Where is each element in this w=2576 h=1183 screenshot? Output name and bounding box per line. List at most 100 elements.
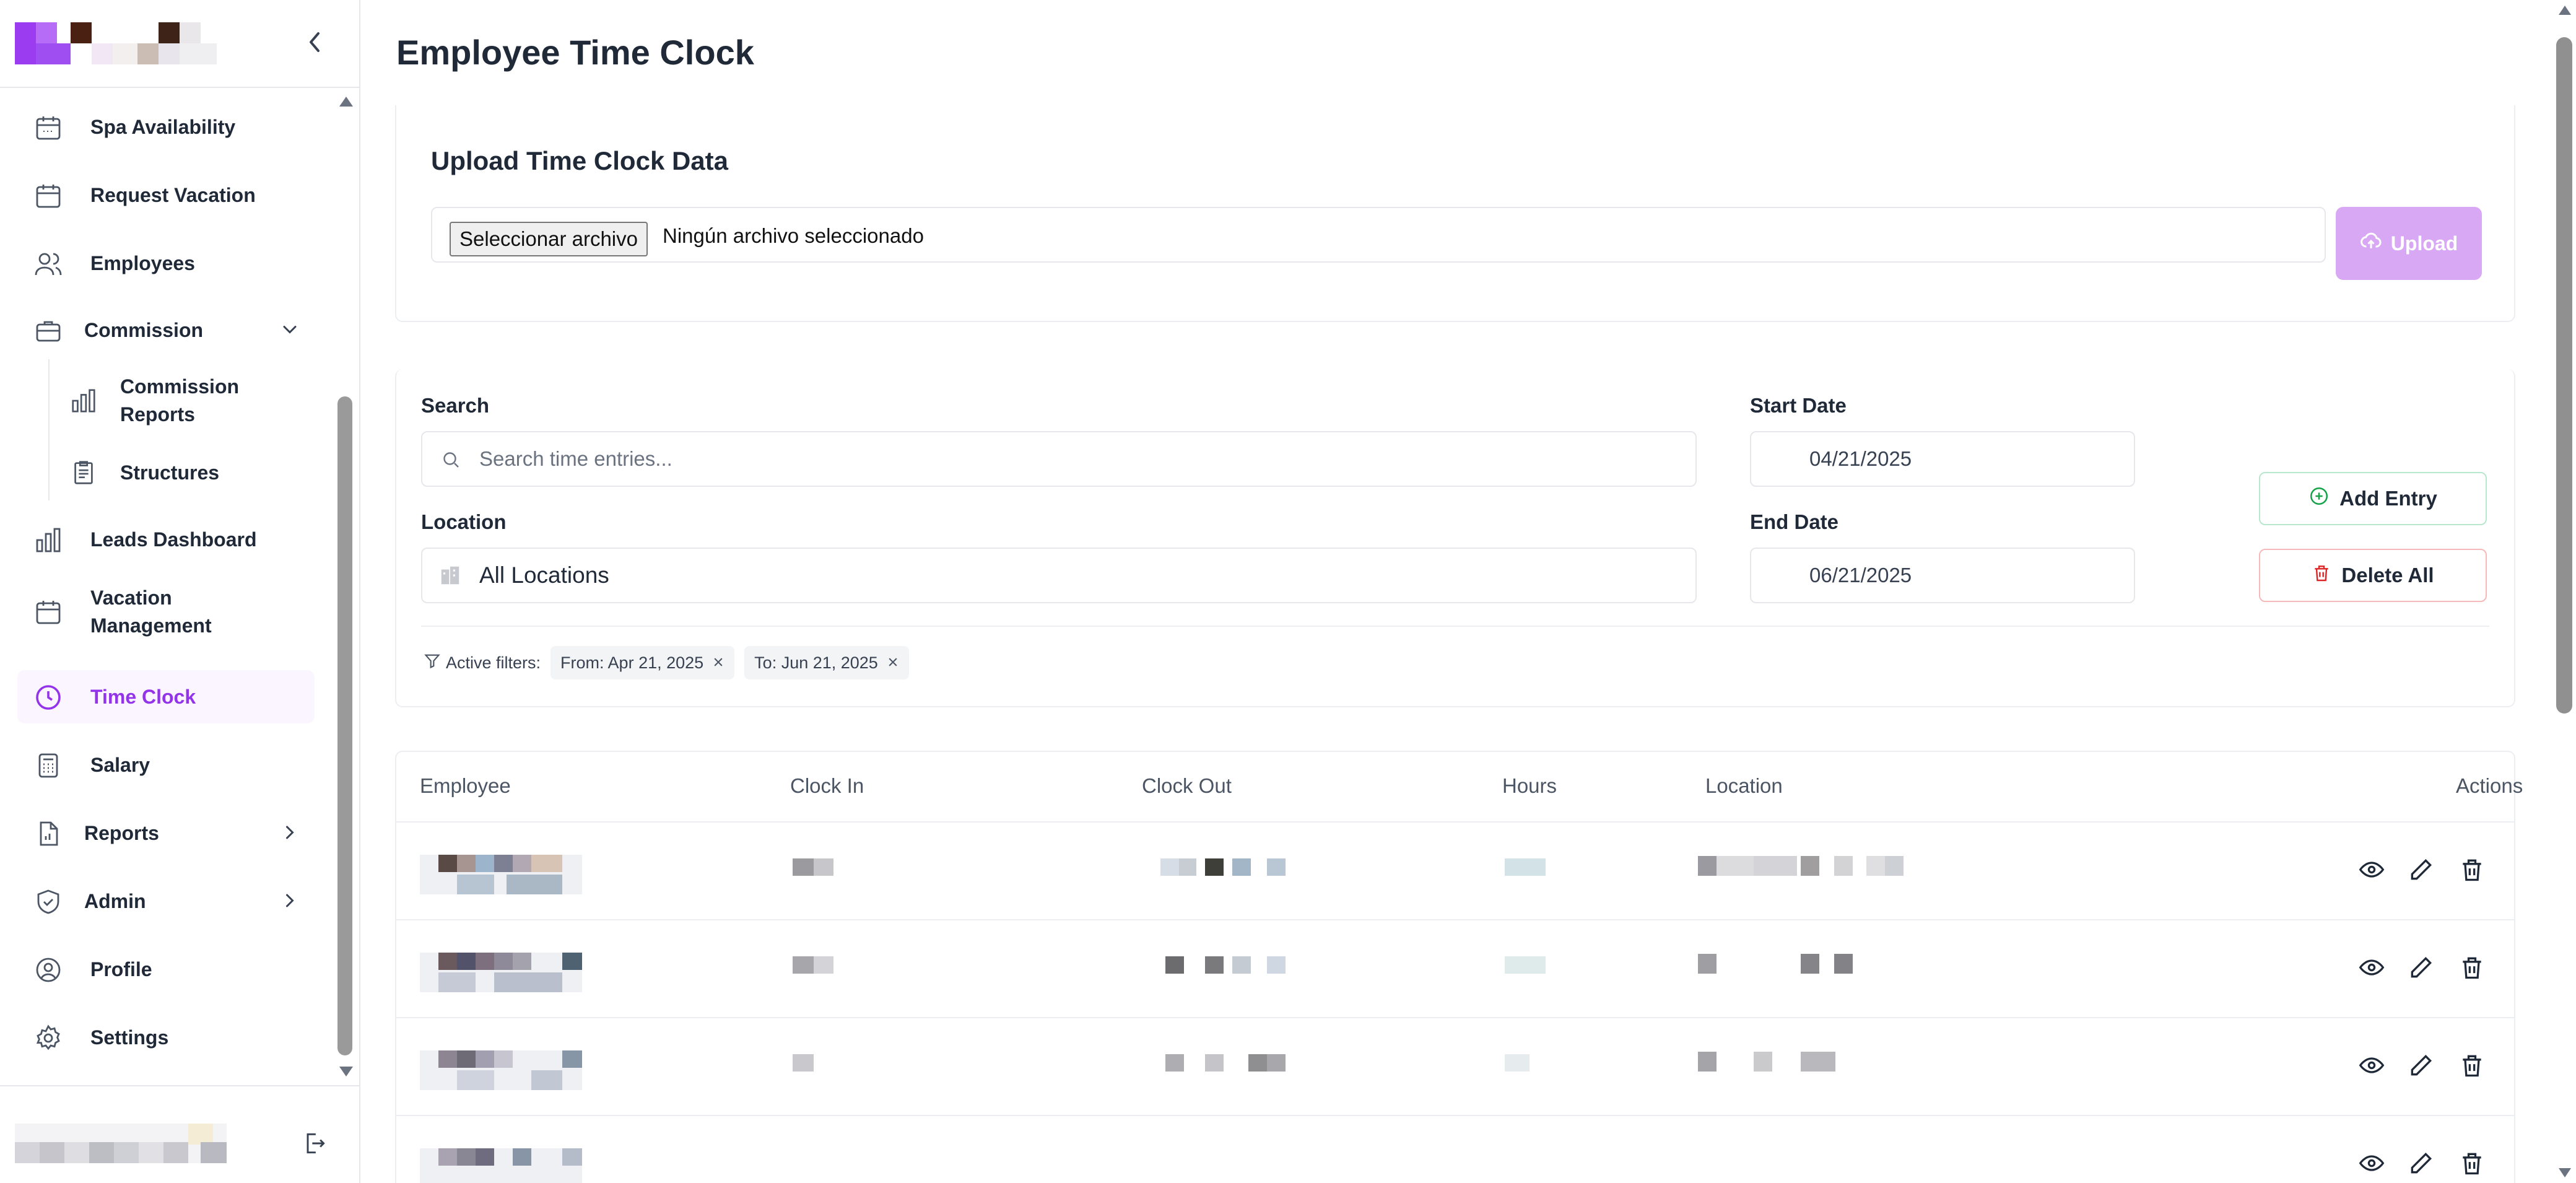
eye-icon[interactable] [2358,954,2385,981]
close-icon[interactable] [712,653,724,673]
bar-chart-icon [33,525,63,555]
location-select[interactable]: All Locations [421,548,1697,603]
sidebar-item-commission-reports[interactable]: Commission Reports [56,367,316,435]
pencil-icon[interactable] [2408,1052,2435,1079]
add-entry-button[interactable]: Add Entry [2259,472,2487,525]
sidebar-item-label: Request Vacation [90,183,256,206]
start-date-input[interactable]: 04/21/2025 [1750,431,2135,487]
end-date-value: 06/21/2025 [1809,564,1912,587]
clock-in-redacted [793,855,833,894]
sidebar-item-structures[interactable]: Structures [56,446,316,499]
sidebar-scrollbar[interactable] [337,396,352,1055]
sidebar-scroll-up[interactable] [338,94,354,111]
plus-circle-icon [2308,486,2330,512]
upload-button[interactable]: Upload [2336,207,2482,280]
choose-file-button[interactable]: Seleccionar archivo [450,222,648,256]
sidebar-item-reports[interactable]: Reports [17,806,315,860]
bar-chart-icon [69,386,98,415]
sidebar-footer [0,1085,359,1183]
sidebar-item-admin[interactable]: Admin [17,875,315,928]
logout-icon[interactable] [301,1130,328,1157]
delete-all-button[interactable]: Delete All [2259,549,2487,602]
table-row[interactable] [396,1017,2514,1115]
table-row[interactable] [396,919,2514,1017]
page-scroll-thumb[interactable] [2556,37,2572,714]
start-date-label: Start Date [1750,394,1847,417]
clock-out-redacted [1139,855,1288,894]
sidebar-item-label: Salary [90,753,150,776]
column-header-clock-in[interactable]: Clock In [790,774,864,798]
hours-redacted [1505,1050,1546,1090]
scroll-up-arrow[interactable] [2557,4,2572,16]
main-content: Employee Time Clock Upload Time Clock Da… [362,0,2554,1183]
chip-label: To: Jun 21, 2025 [754,653,878,672]
column-header-hours[interactable]: Hours [1502,774,1557,798]
upload-button-label: Upload [2390,232,2458,255]
search-input[interactable]: Search time entries... [421,431,1697,487]
brand-logo[interactable] [15,22,217,64]
file-input[interactable]: Seleccionar archivo Ningún archivo selec… [431,207,2326,263]
clock-icon [33,683,63,712]
trash-icon[interactable] [2458,856,2486,883]
sidebar-item-label: Time Clock [90,685,196,708]
filter-chip-to: To: Jun 21, 2025 [744,646,909,679]
column-header-clock-out[interactable]: Clock Out [1142,774,1232,798]
scroll-down-arrow[interactable] [2557,1167,2572,1179]
employee-name-redacted [420,855,582,894]
sidebar-item-settings[interactable]: Settings [17,1011,315,1064]
close-icon[interactable] [887,653,899,673]
sidebar-item-spa-availability[interactable]: Spa Availability [17,100,315,154]
time-entries-table: Employee Clock In Clock Out Hours Locati… [395,751,2523,1183]
pencil-icon[interactable] [2408,954,2435,981]
active-filters: Active filters: From: Apr 21, 2025 To: J… [424,645,909,680]
trash-icon[interactable] [2458,1052,2486,1079]
eye-icon[interactable] [2358,1052,2385,1079]
sidebar-item-commission[interactable]: Commission [17,303,315,357]
sidebar-item-salary[interactable]: Salary [17,738,315,792]
page-scrollbar[interactable] [2554,0,2576,1183]
clock-out-redacted [1139,1050,1288,1090]
trash-icon[interactable] [2458,1150,2486,1177]
row-actions [2358,1150,2482,1181]
filter-card: Search Search time entries... Start Date… [395,369,2515,707]
chevron-right-icon [279,889,301,912]
location-value: All Locations [479,562,609,588]
pencil-icon[interactable] [2408,1150,2435,1177]
search-icon [440,448,462,474]
sidebar-scroll-down[interactable] [338,1065,354,1082]
chevron-right-icon [279,821,301,844]
clipboard-icon [69,458,98,487]
funnel-icon [424,652,441,674]
sidebar-item-profile[interactable]: Profile [17,943,315,996]
sidebar-item-vacation-management[interactable]: Vacation Management [17,577,315,647]
sidebar-item-request-vacation[interactable]: Request Vacation [17,168,315,222]
clock-out-redacted [1139,953,1288,992]
submenu-guide [48,359,50,500]
column-header-employee[interactable]: Employee [420,774,511,798]
gear-icon [33,1023,63,1053]
chevron-left-icon[interactable] [302,25,327,59]
users-icon [33,249,63,279]
trash-icon[interactable] [2458,954,2486,981]
page-title: Employee Time Clock [396,33,754,72]
eye-icon[interactable] [2358,856,2385,883]
row-actions [2358,1052,2482,1083]
file-status: Ningún archivo seleccionado [663,224,924,247]
employee-name-redacted [420,1148,582,1183]
column-header-location[interactable]: Location [1705,774,1783,798]
table-row[interactable] [396,821,2514,919]
employee-name-redacted [420,1050,582,1090]
app-window: Spa Availability Request Vacation Employ… [0,0,2576,1183]
sidebar-header [0,0,359,88]
hours-redacted [1505,855,1546,894]
location-redacted [1698,953,1931,992]
search-placeholder: Search time entries... [479,447,672,470]
pencil-icon[interactable] [2408,856,2435,883]
clock-in-redacted [793,1050,833,1090]
end-date-input[interactable]: 06/21/2025 [1750,548,2135,603]
eye-icon[interactable] [2358,1150,2385,1177]
sidebar-item-leads-dashboard[interactable]: Leads Dashboard [17,513,315,566]
table-row[interactable] [396,1115,2514,1183]
sidebar-item-time-clock[interactable]: Time Clock [17,670,315,723]
sidebar-item-employees[interactable]: Employees [17,237,315,290]
